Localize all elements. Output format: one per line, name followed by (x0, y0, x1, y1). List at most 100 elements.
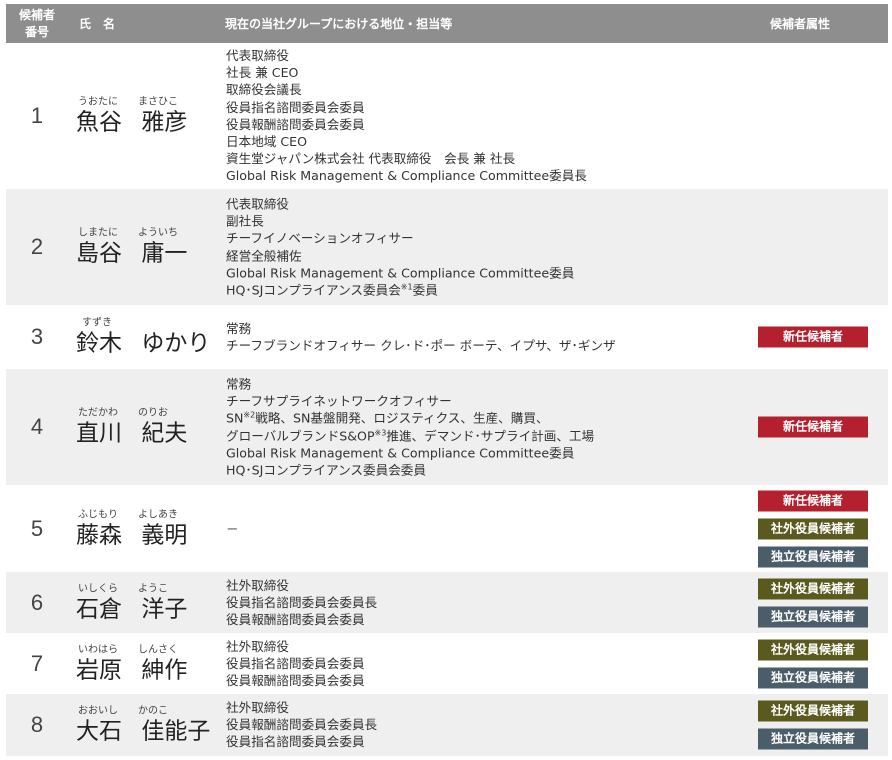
position-line: 役員報酬諮問委員会委員 (226, 612, 365, 628)
position-line: HQ･SJコンプライアンス委員会委員 (226, 462, 426, 478)
header-num-line2: 番号 (24, 24, 49, 39)
reading-family: しまたに (78, 227, 118, 239)
position-line: 社外取締役 (226, 577, 289, 593)
candidate-name: うおたに まさひこ 魚谷 雅彦 (76, 96, 216, 137)
name-given: 洋子 (141, 596, 188, 622)
name-given: ゆかり (141, 330, 211, 357)
reading-given: ようこ (138, 583, 168, 594)
header-attributes: 候補者属性 (770, 17, 831, 31)
position-line: 社外取締役 (226, 638, 289, 654)
candidate-number: 2 (30, 234, 44, 259)
table-header: 候補者 番号 氏名 現在の当社グループにおける地位・担当等 候補者属性 (6, 4, 888, 43)
header-position: 現在の当社グループにおける地位・担当等 (225, 17, 453, 31)
position-line: 常務 (226, 320, 252, 336)
independent-officer-badge: 独立役員候補者 (758, 667, 868, 688)
name-family: 魚谷 (76, 109, 122, 136)
outside-officer-badge: 社外役員候補者 (758, 518, 868, 539)
position-line: Global Risk Management & Compliance Comm… (226, 445, 575, 461)
footnote-mark: ※3 (374, 428, 387, 437)
reading-given: のりお (138, 407, 168, 419)
name-family: 島谷 (76, 240, 122, 267)
position-line: 役員指名諮問委員会委員 (226, 734, 365, 750)
candidate-number: 6 (30, 589, 44, 615)
outside-officer-badge: 社外役員候補者 (758, 700, 868, 722)
position-line: Global Risk Management & Compliance Comm… (226, 265, 575, 281)
attribute-badges: 新任候補者 (758, 416, 868, 438)
header-num-line1: 候補者 (18, 7, 55, 22)
reading-given: しんさく (138, 644, 178, 655)
positions: － (226, 520, 239, 537)
name-reading: いわはら しんさく (76, 643, 216, 656)
table-row: 1 うおたに まさひこ 魚谷 雅彦 代表取締役 社長 兼 CEO 取締役会議長 … (6, 43, 888, 189)
reading-family: ただかわ (78, 407, 118, 419)
positions: 代表取締役 社長 兼 CEO 取締役会議長 役員指名諮問委員会委員 役員報酬諮問… (226, 47, 587, 185)
reading-given: よしあき (138, 509, 178, 520)
name-family: 岩原 (76, 657, 122, 683)
position-text: SN (226, 410, 244, 426)
name-reading: ふじもり よしあき (76, 508, 216, 521)
position-line: 代表取締役 (226, 48, 289, 64)
position-line: 役員報酬諮問委員会委員長 (226, 717, 378, 733)
candidate-name: おおいし かのこ 大石 佳能子 (76, 705, 216, 746)
positions: 常務 チーフサプライネットワークオフィサー SN※2戦略、SN基盤開発、ロジステ… (226, 375, 594, 478)
candidate-number: 1 (30, 103, 44, 128)
position-line: 常務 (226, 376, 252, 392)
outside-officer-badge: 社外役員候補者 (758, 578, 868, 599)
name-family: 石倉 (76, 596, 122, 622)
positions: 社外取締役 役員指名諮問委員会委員 役員報酬諮問委員会委員 (226, 638, 365, 690)
reading-family: ふじもり (78, 509, 118, 520)
position-line: チーフブランドオフィサー クレ･ド･ポー ボーテ、イプサ、ザ･ギンザ (226, 338, 616, 353)
position-line: 社外取締役 (226, 700, 289, 716)
footnote-mark: ※1 (400, 282, 413, 292)
position-text: グローバルブランドS&OP (226, 428, 375, 443)
name-family: 鈴木 (76, 330, 122, 357)
candidate-number: 8 (30, 712, 44, 737)
name-family: 大石 (76, 718, 122, 745)
new-candidate-badge: 新任候補者 (758, 490, 868, 511)
table-row: 6 いしくら ようこ 石倉 洋子 社外取締役 役員指名諮問委員会委員長 役員報酬… (6, 572, 888, 633)
name-reading: うおたに まさひこ (76, 96, 216, 109)
position-line: チーフイノベーションオフィサー (226, 230, 414, 246)
position-text: 委員 (412, 282, 438, 298)
table-row: 2 しまたに よういち 島谷 庸一 代表取締役 副社長 チーフイノベーションオフ… (6, 189, 888, 305)
positions: 常務 チーフブランドオフィサー クレ･ド･ポー ボーテ、イプサ、ザ･ギンザ (226, 320, 616, 354)
candidate-name: ふじもり よしあき 藤森 義明 (76, 508, 216, 549)
attribute-badges: 社外役員候補者 独立役員候補者 (758, 700, 868, 750)
position-line: 役員指名諮問委員会委員 (226, 99, 365, 115)
position-line: 役員指名諮問委員会委員 (226, 655, 365, 671)
reading-given: かのこ (138, 705, 168, 717)
position-line: グローバルブランドS&OP※3推進、デマンド･サプライ計画、工場 (226, 427, 594, 444)
table-row: 3 すずき 鈴木 ゆかり 常務 チーフブランドオフィサー クレ･ド･ポー ボーテ… (6, 305, 888, 369)
attribute-badges: 社外役員候補者 独立役員候補者 (758, 578, 868, 627)
name-reading: すずき (76, 317, 216, 330)
position-line: 代表取締役 (226, 196, 289, 212)
reading-family: おおいし (78, 705, 118, 717)
name-given: 紀夫 (141, 420, 188, 447)
candidate-number: 4 (30, 414, 44, 439)
table-row: 7 いわはら しんさく 岩原 紳作 社外取締役 役員指名諮問委員会委員 役員報酬… (6, 633, 888, 694)
independent-officer-badge: 独立役員候補者 (758, 546, 868, 567)
position-line: SN※2戦略、SN基盤開発、ロジスティクス、生産、購買、 (226, 410, 594, 427)
position-line: 社長 兼 CEO (226, 65, 299, 81)
name-family: 藤森 (76, 522, 122, 548)
independent-officer-badge: 独立役員候補者 (758, 728, 868, 750)
positions: 社外取締役 役員指名諮問委員会委員長 役員報酬諮問委員会委員 (226, 577, 377, 629)
candidate-name: しまたに よういち 島谷 庸一 (76, 227, 216, 268)
name-reading: ただかわ のりお (76, 407, 216, 420)
attribute-badges: 新任候補者 (758, 326, 868, 348)
new-candidate-badge: 新任候補者 (758, 416, 868, 438)
reading-family: うおたに (78, 96, 118, 108)
new-candidate-badge: 新任候補者 (758, 326, 868, 348)
position-line: Global Risk Management & Compliance Comm… (226, 168, 587, 184)
position-line: HQ･SJコンプライアンス委員会※1委員 (226, 281, 574, 298)
name-given: 庸一 (141, 240, 188, 267)
outside-officer-badge: 社外役員候補者 (758, 639, 868, 660)
table-row: 5 ふじもり よしあき 藤森 義明 － 新任候補者 社外役員候補者 独立役員候補… (6, 485, 888, 572)
position-text: 戦略、SN基盤開発、ロジスティクス、生産、購買、 (255, 410, 549, 426)
candidate-number: 5 (30, 515, 44, 541)
candidate-name: ただかわ のりお 直川 紀夫 (76, 407, 216, 448)
candidate-name: いしくら ようこ 石倉 洋子 (76, 582, 216, 623)
name-given: 紳作 (141, 657, 188, 683)
position-line: － (226, 520, 239, 536)
reading-family: いしくら (78, 583, 118, 594)
